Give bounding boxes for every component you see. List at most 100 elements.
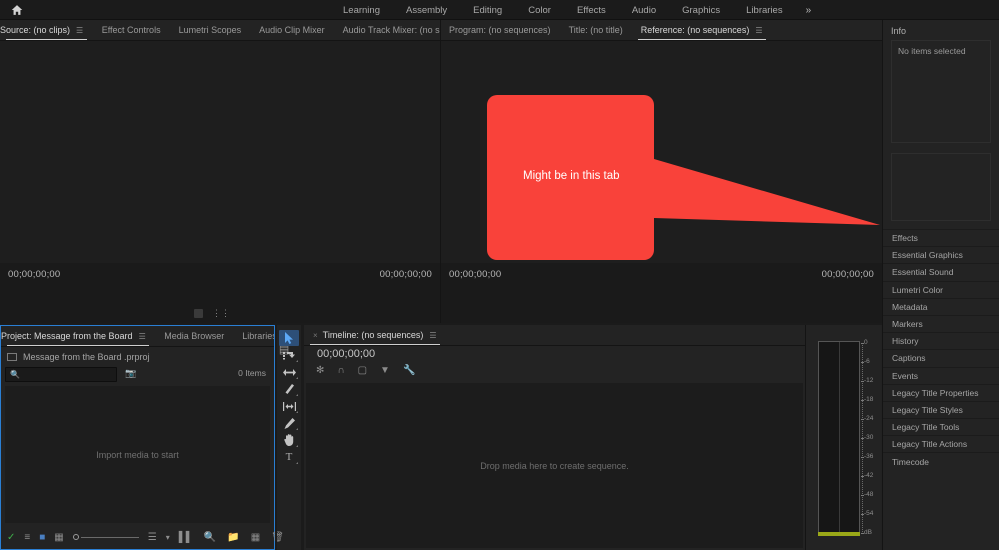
timeline-settings-icon[interactable]: 🔧	[403, 365, 415, 376]
snap-icon[interactable]: ✻	[316, 365, 324, 376]
panel-menu-icon[interactable]: ☰	[755, 26, 763, 35]
list-view-icon[interactable]: ≡	[24, 532, 30, 543]
sidebar-item-label: Timecode	[892, 457, 929, 467]
add-marker-icon[interactable]: ▼	[380, 365, 390, 376]
linked-selection-icon[interactable]: ∩	[337, 365, 344, 376]
panel-menu-icon[interactable]: ☰	[139, 332, 147, 341]
workspace-tab-graphics[interactable]: Graphics	[669, 0, 733, 20]
timeline-toolbar: ✻ ∩ ▢ ▼ 🔧	[316, 365, 415, 376]
project-item-area[interactable]: Import media to start	[5, 386, 270, 523]
markers-icon[interactable]: ▢	[358, 365, 367, 376]
project-item-count: 0 Items	[238, 368, 266, 378]
tab-media-browser[interactable]: Media Browser	[155, 326, 233, 346]
tab-reference[interactable]: Reference: (no sequences) ☰	[632, 20, 772, 40]
slip-tool[interactable]	[279, 398, 299, 414]
track-select-forward-tool[interactable]	[279, 347, 299, 363]
zoom-slider-track[interactable]	[81, 537, 139, 538]
sidebar-item-legacy-title-properties[interactable]: Legacy Title Properties	[883, 384, 999, 401]
divider-project-tools[interactable]	[275, 325, 277, 550]
tab-timeline[interactable]: × Timeline: (no sequences) ☰	[304, 325, 446, 345]
tab-source[interactable]: Source: (no clips) ☰	[0, 20, 93, 40]
sidebar-item-history[interactable]: History	[883, 332, 999, 349]
divider-timeline-audio[interactable]	[805, 325, 806, 550]
workspace-tab-editing[interactable]: Editing	[460, 0, 515, 20]
source-current-timecode[interactable]: 00;00;00;00	[8, 269, 60, 280]
sidebar-item-essential-sound[interactable]: Essential Sound	[883, 263, 999, 280]
close-icon[interactable]: ×	[313, 331, 318, 340]
project-file-row[interactable]: Message from the Board .prproj	[1, 347, 274, 366]
search-input[interactable]: 🔍	[5, 367, 117, 382]
selection-tool[interactable]	[279, 330, 299, 346]
panel-menu-icon[interactable]: ☰	[429, 331, 437, 340]
hand-tool[interactable]	[279, 432, 299, 448]
type-tool[interactable]: T	[279, 449, 299, 465]
new-item-icon[interactable]: ▦	[251, 532, 260, 543]
reference-duration-timecode[interactable]: 00;00;00;00	[822, 269, 874, 280]
source-monitor-fit-controls: ⋮⋮	[194, 308, 230, 319]
duration-icon[interactable]: ⋮⋮	[212, 308, 230, 319]
home-icon[interactable]	[0, 4, 34, 16]
workspace-tab-audio[interactable]: Audio	[619, 0, 669, 20]
divider-horizontal-main[interactable]	[0, 323, 882, 325]
pen-tool[interactable]	[279, 415, 299, 431]
sidebar-item-events[interactable]: Events	[883, 367, 999, 384]
zoom-slider-knob[interactable]	[73, 534, 79, 540]
sidebar-item-metadata[interactable]: Metadata	[883, 298, 999, 315]
workspace-tab-effects[interactable]: Effects	[564, 0, 619, 20]
divider-monitors[interactable]	[440, 20, 441, 325]
sidebar-item-essential-graphics[interactable]: Essential Graphics	[883, 246, 999, 263]
new-bin-icon[interactable]: 📁	[227, 532, 239, 543]
sidebar-item-captions[interactable]: Captions	[883, 349, 999, 366]
audio-tick: -24	[864, 416, 873, 423]
sidebar-item-legacy-title-actions[interactable]: Legacy Title Actions	[883, 435, 999, 452]
tab-audio-clip-mixer[interactable]: Audio Clip Mixer	[250, 20, 334, 40]
audio-tick: -48	[864, 492, 873, 499]
info-panel-message: No items selected	[898, 46, 966, 56]
chevron-down-icon[interactable]: ▾	[166, 533, 170, 542]
panel-menu-icon[interactable]: ☰	[76, 26, 84, 35]
tab-lumetri-scopes[interactable]: Lumetri Scopes	[170, 20, 251, 40]
sidebar-item-effects[interactable]: Effects	[883, 229, 999, 246]
workspace-tab-color[interactable]: Color	[515, 0, 564, 20]
tab-audio-track-mixer[interactable]: Audio Track Mixer: (no sequences)	[334, 20, 440, 40]
workspace-tab-learning[interactable]: Learning	[330, 0, 393, 20]
project-file-icon	[7, 353, 17, 361]
freeform-view-icon[interactable]: ▦	[54, 532, 63, 543]
icon-view-icon[interactable]: ■	[39, 532, 45, 543]
clear-icon[interactable]: 🗑	[271, 532, 284, 543]
workspace-tab-label: Learning	[343, 5, 380, 16]
filter-bin-icon[interactable]: 📷	[125, 368, 136, 379]
pen-tool-icon[interactable]: ✓	[7, 532, 15, 543]
tab-libraries[interactable]: Libraries	[233, 326, 274, 346]
workspace-overflow-chevron-icon[interactable]: »	[796, 0, 822, 20]
sidebar-item-legacy-title-styles[interactable]: Legacy Title Styles	[883, 401, 999, 418]
automate-to-sequence-icon[interactable]: ▌▌	[179, 532, 193, 543]
source-monitor-canvas[interactable]	[0, 41, 440, 263]
timeline-empty-message: Drop media here to create sequence.	[480, 461, 629, 471]
sidebar-item-lumetri-color[interactable]: Lumetri Color	[883, 281, 999, 298]
info-panel-title: Info	[883, 20, 999, 40]
timeline-playhead-timecode[interactable]: 00;00;00;00	[317, 348, 375, 360]
workspace-tab-libraries[interactable]: Libraries	[733, 0, 795, 20]
tab-title[interactable]: Title: (no title)	[560, 20, 632, 40]
search-field[interactable]	[20, 370, 105, 380]
sidebar-item-legacy-title-tools[interactable]: Legacy Title Tools	[883, 418, 999, 435]
razor-tool[interactable]	[279, 381, 299, 397]
find-icon[interactable]: 🔍	[204, 532, 216, 543]
source-duration-timecode[interactable]: 00;00;00;00	[380, 269, 432, 280]
audio-meter-channels[interactable]	[818, 341, 860, 532]
ripple-edit-tool[interactable]	[279, 364, 299, 380]
divider-tools-timeline[interactable]	[301, 325, 304, 550]
sort-icon[interactable]: ☰	[148, 532, 157, 543]
reference-current-timecode[interactable]: 00;00;00;00	[449, 269, 501, 280]
tab-effect-controls[interactable]: Effect Controls	[93, 20, 170, 40]
fit-icon[interactable]	[194, 309, 203, 318]
tab-project[interactable]: Project: Message from the Board ☰	[1, 326, 155, 346]
tab-label: Source: (no clips)	[0, 25, 70, 35]
timeline-drop-area[interactable]: Drop media here to create sequence.	[306, 383, 803, 548]
tab-program[interactable]: Program: (no sequences)	[440, 20, 560, 40]
sidebar-item-timecode[interactable]: Timecode	[883, 452, 999, 469]
workspace-tab-assembly[interactable]: Assembly	[393, 0, 460, 20]
zoom-slider[interactable]	[73, 534, 139, 540]
sidebar-item-markers[interactable]: Markers	[883, 315, 999, 332]
